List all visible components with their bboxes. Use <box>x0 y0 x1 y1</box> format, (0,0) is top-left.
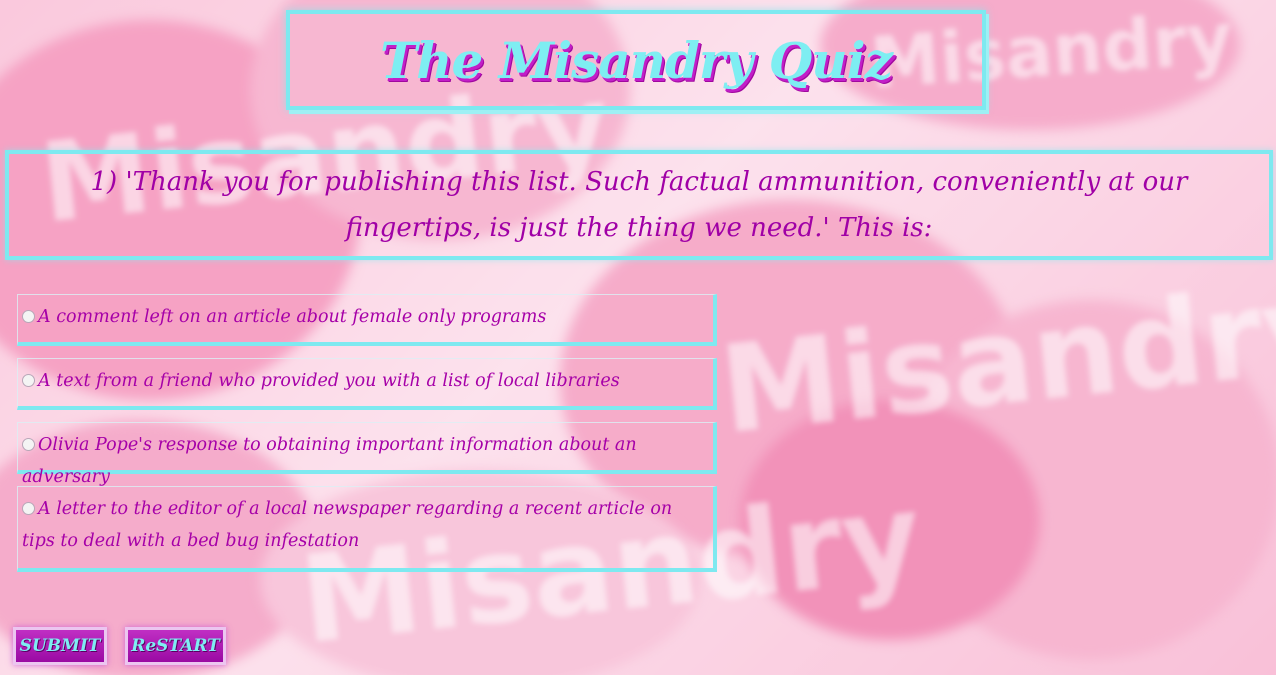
quiz-title: The Misandry Quiz <box>379 30 893 90</box>
restart-button[interactable]: ReSTART <box>125 627 226 665</box>
answer-option-3[interactable]: Olivia Pope's response to obtaining impo… <box>17 422 717 487</box>
answer-radio-3[interactable] <box>22 438 35 451</box>
answer-radio-2[interactable] <box>22 374 35 387</box>
answer-label-2: A text from a friend who provided you wi… <box>38 371 620 391</box>
answer-option-1[interactable]: A comment left on an article about femal… <box>17 294 717 346</box>
submit-button[interactable]: SUBMIT <box>13 627 107 665</box>
question-box: 1) 'Thank you for publishing this list. … <box>5 150 1273 260</box>
answer-label-1: A comment left on an article about femal… <box>38 307 547 327</box>
quiz-title-box: The Misandry Quiz <box>286 10 986 110</box>
answer-radio-4[interactable] <box>22 502 35 515</box>
answer-option-2[interactable]: A text from a friend who provided you wi… <box>17 358 717 410</box>
answer-option-4[interactable]: A letter to the editor of a local newspa… <box>17 486 717 572</box>
answer-radio-1[interactable] <box>22 310 35 323</box>
question-text: 1) 'Thank you for publishing this list. … <box>90 167 1188 243</box>
answer-label-4: A letter to the editor of a local newspa… <box>22 499 673 551</box>
